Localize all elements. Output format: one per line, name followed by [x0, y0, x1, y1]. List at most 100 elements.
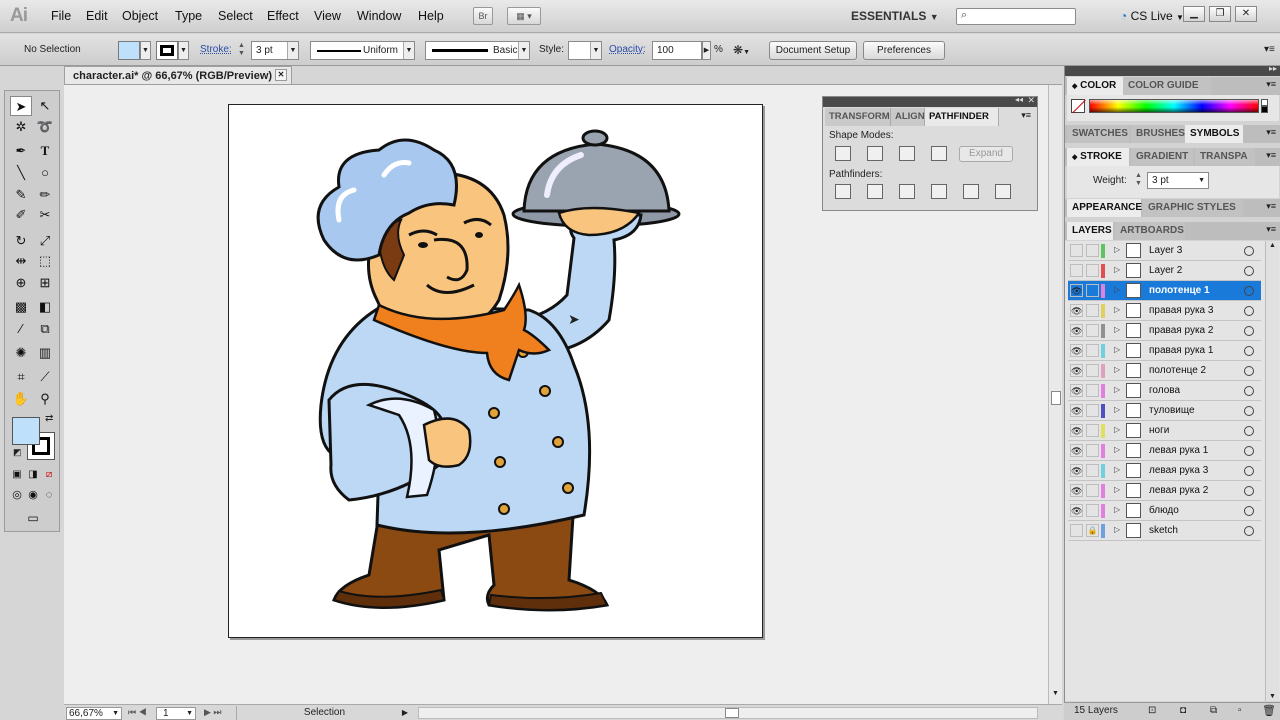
divide-icon[interactable] — [835, 184, 851, 199]
default-fill-stroke-icon[interactable]: ◩ — [13, 447, 22, 458]
minus-back-icon[interactable] — [995, 184, 1011, 199]
variable-width-profile-dropdown[interactable]: Uniform ▼ — [310, 41, 415, 60]
outline-icon[interactable] — [963, 184, 979, 199]
exclude-icon[interactable] — [931, 146, 947, 161]
expand-triangle-icon[interactable]: ▷ — [1114, 445, 1120, 454]
target-circle-icon[interactable] — [1244, 306, 1254, 316]
expand-triangle-icon[interactable]: ▷ — [1114, 425, 1120, 434]
lock-toggle[interactable] — [1086, 304, 1099, 317]
target-circle-icon[interactable] — [1244, 346, 1254, 356]
make-clipping-mask-icon[interactable]: ◘ — [1180, 705, 1186, 716]
layer-row[interactable]: 👁 ▷ левая рука 3 — [1068, 461, 1261, 481]
minimize-button[interactable]: ▁ — [1183, 6, 1205, 22]
target-circle-icon[interactable] — [1244, 526, 1254, 536]
tab-artboards[interactable]: ARTBOARDS — [1115, 222, 1185, 240]
trim-icon[interactable] — [867, 184, 883, 199]
expand-triangle-icon[interactable]: ▷ — [1114, 325, 1120, 334]
eye-icon[interactable]: 👁 — [1070, 464, 1083, 477]
fill-swatch-front[interactable] — [12, 417, 40, 445]
target-circle-icon[interactable] — [1244, 366, 1254, 376]
panel-menu-icon[interactable]: ▾≡ — [1266, 150, 1276, 161]
panel-menu-icon[interactable]: ▾≡ — [1266, 79, 1276, 90]
target-circle-icon[interactable] — [1244, 266, 1254, 276]
menu-file[interactable]: File — [51, 9, 71, 23]
eye-icon[interactable]: 👁 — [1070, 484, 1083, 497]
document-tab[interactable]: character.ai* @ 66,67% (RGB/Preview) ✕ — [64, 66, 292, 85]
type-tool-icon[interactable]: T — [34, 141, 56, 161]
lock-toggle[interactable] — [1086, 384, 1099, 397]
layer-name[interactable]: ноги — [1149, 425, 1169, 436]
layer-row[interactable]: 👁 ▷ голова — [1068, 381, 1261, 401]
eye-icon[interactable]: 👁 — [1070, 504, 1083, 517]
layer-row[interactable]: 👁 ▷ правая рука 2 — [1068, 321, 1261, 341]
panel-menu-icon[interactable]: ▾≡ — [1264, 44, 1275, 55]
new-layer-icon[interactable]: ▫ — [1238, 705, 1242, 716]
layer-row[interactable]: 👁 ▷ полотенце 2 — [1068, 361, 1261, 381]
layer-name[interactable]: левая рука 3 — [1149, 465, 1208, 476]
layer-name[interactable]: правая рука 1 — [1149, 345, 1213, 356]
layer-name[interactable]: левая рука 1 — [1149, 445, 1208, 456]
target-circle-icon[interactable] — [1244, 446, 1254, 456]
stroke-color-swatch[interactable] — [156, 41, 178, 60]
lock-icon[interactable]: 🔒 — [1086, 524, 1099, 537]
target-circle-icon[interactable] — [1244, 286, 1254, 296]
column-graph-tool-icon[interactable]: ▥ — [34, 343, 56, 363]
new-sublayer-icon[interactable]: ⧉ — [1210, 705, 1217, 716]
panel-menu-icon[interactable]: ▾≡ — [1266, 224, 1276, 235]
layer-row[interactable]: 👁 ▷ ноги — [1068, 421, 1261, 441]
document-setup-button[interactable]: Document Setup — [769, 41, 857, 60]
eye-icon[interactable]: 👁 — [1070, 304, 1083, 317]
visibility-toggle[interactable] — [1070, 264, 1083, 277]
scissors-tool-icon[interactable]: ✂ — [34, 205, 56, 225]
panel-title-bar[interactable]: ◂◂ ✕ — [823, 95, 1037, 107]
expand-triangle-icon[interactable]: ▷ — [1114, 345, 1120, 354]
target-circle-icon[interactable] — [1244, 486, 1254, 496]
opacity-input[interactable]: 100 — [652, 41, 702, 60]
close-tab-icon[interactable]: ✕ — [275, 69, 287, 81]
horizontal-scrollbar[interactable] — [418, 707, 1038, 719]
layer-row[interactable]: ▷ Layer 3 — [1068, 241, 1261, 261]
target-circle-icon[interactable] — [1244, 426, 1254, 436]
fill-dropdown-arrow[interactable]: ▼ — [140, 41, 151, 60]
tab-graphic-styles[interactable]: GRAPHIC STYLES — [1143, 199, 1243, 217]
lasso-tool-icon[interactable]: ➰ — [34, 117, 56, 137]
preferences-button[interactable]: Preferences — [863, 41, 945, 60]
tab-gradient[interactable]: GRADIENT — [1131, 148, 1193, 166]
artboard-tool-icon[interactable]: ⌗ — [10, 367, 32, 387]
eye-icon[interactable]: 👁 — [1070, 364, 1083, 377]
layer-row[interactable]: 👁 ▷ правая рука 3 — [1068, 301, 1261, 321]
black-swatch[interactable] — [1261, 106, 1268, 113]
merge-icon[interactable] — [899, 184, 915, 199]
close-button[interactable]: ✕ — [1235, 6, 1257, 22]
visibility-toggle[interactable] — [1070, 524, 1083, 537]
collapse-dock-icon[interactable]: ▸▸ — [1269, 64, 1277, 73]
artboard[interactable] — [228, 104, 763, 638]
locate-object-icon[interactable]: ⊡ — [1148, 705, 1156, 716]
eye-icon[interactable]: 👁 — [1070, 284, 1083, 297]
brush-definition-dropdown[interactable]: Basic ▼ — [425, 41, 530, 60]
layer-row[interactable]: 👁 ▷ туловище — [1068, 401, 1261, 421]
mesh-tool-icon[interactable]: ▩ — [10, 297, 32, 317]
lock-toggle[interactable] — [1086, 244, 1099, 257]
tab-appearance[interactable]: APPEARANCE — [1067, 199, 1142, 217]
expand-triangle-icon[interactable]: ▷ — [1114, 525, 1120, 534]
layer-name[interactable]: Layer 2 — [1149, 265, 1182, 276]
status-tool-menu[interactable]: Selection ▶ — [236, 706, 412, 720]
expand-button[interactable]: Expand — [959, 146, 1013, 162]
width-tool-icon[interactable]: ⇹ — [10, 251, 32, 271]
lock-toggle[interactable] — [1086, 424, 1099, 437]
target-circle-icon[interactable] — [1244, 506, 1254, 516]
direct-selection-tool-icon[interactable]: ↖ — [34, 96, 56, 116]
expand-triangle-icon[interactable]: ▷ — [1114, 385, 1120, 394]
tab-symbols[interactable]: SYMBOLS — [1185, 125, 1243, 143]
shape-builder-tool-icon[interactable]: ⊕ — [10, 273, 32, 293]
tab-brushes[interactable]: BRUSHES — [1131, 125, 1185, 143]
tab-swatches[interactable]: SWATCHES — [1067, 125, 1129, 143]
menu-help[interactable]: Help — [418, 9, 444, 23]
tab-color-guide[interactable]: COLOR GUIDE — [1123, 77, 1211, 95]
expand-triangle-icon[interactable]: ▷ — [1114, 365, 1120, 374]
menu-type[interactable]: Type — [175, 9, 202, 23]
lock-toggle[interactable] — [1086, 504, 1099, 517]
lock-toggle[interactable] — [1086, 264, 1099, 277]
draw-normal-icon[interactable]: ◎ — [9, 485, 25, 505]
